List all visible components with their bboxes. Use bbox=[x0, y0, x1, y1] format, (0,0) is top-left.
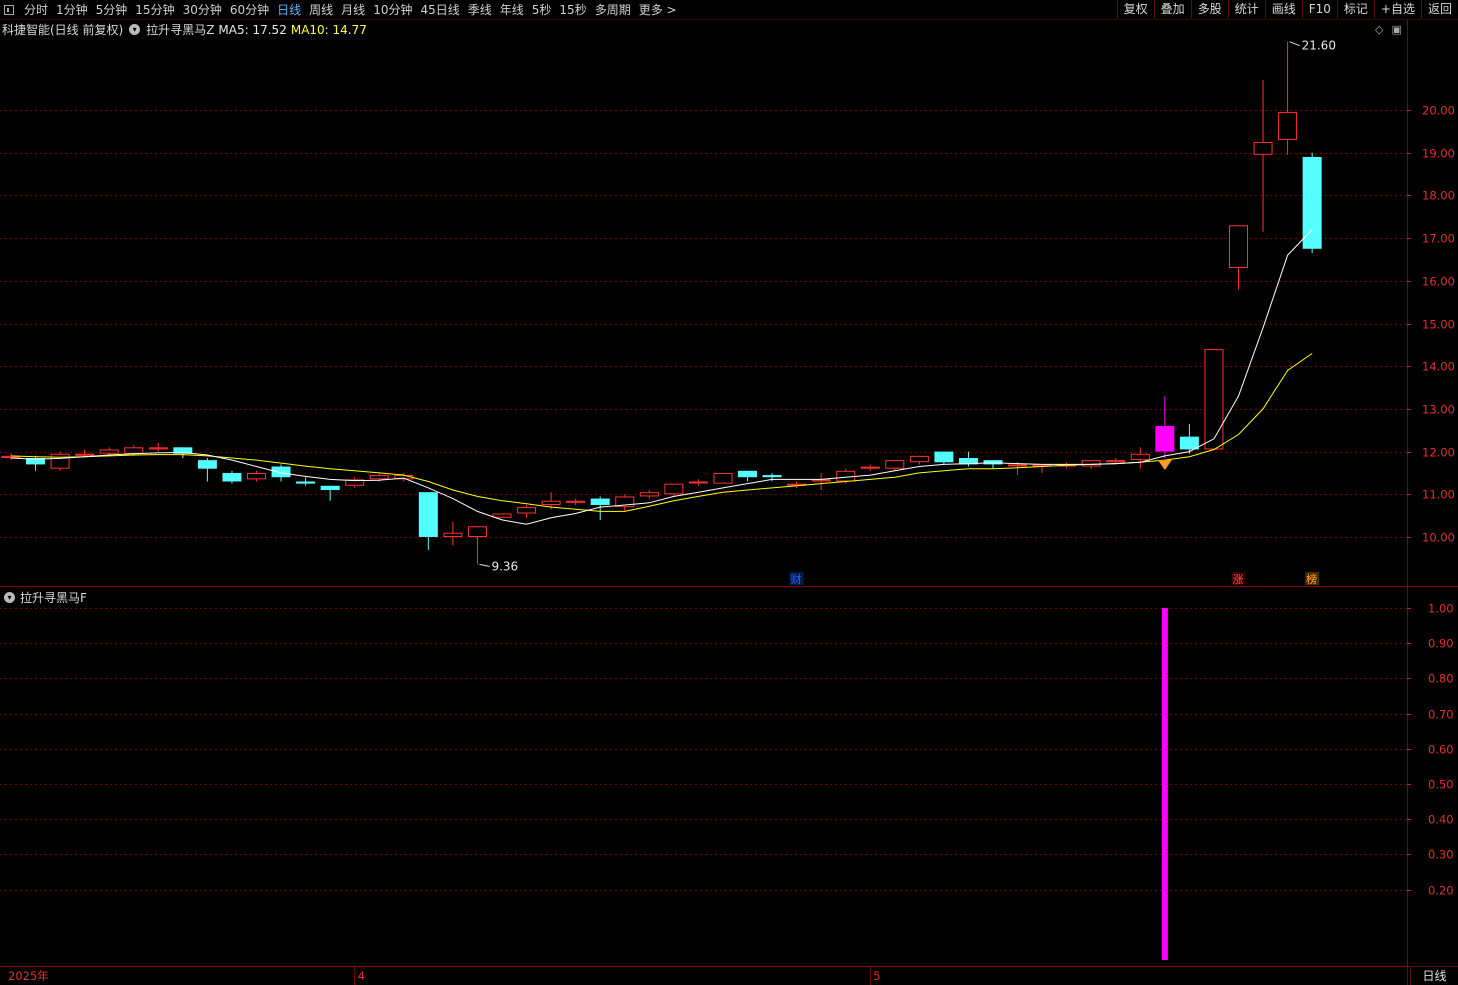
candle-body bbox=[418, 492, 438, 537]
candle-body bbox=[566, 500, 586, 503]
candle-body bbox=[492, 513, 512, 518]
high-pointer bbox=[1289, 41, 1300, 47]
candle-body bbox=[1081, 460, 1101, 467]
candle-body bbox=[664, 483, 684, 495]
y-tick-label: 14.00 bbox=[1422, 360, 1455, 374]
y-tick-label: 19.00 bbox=[1422, 147, 1455, 161]
candle-body bbox=[688, 481, 708, 484]
candle-body bbox=[860, 466, 880, 469]
candle-body bbox=[1008, 464, 1028, 467]
low-price-label: 9.36 bbox=[491, 559, 518, 573]
candle-body bbox=[1155, 425, 1175, 452]
candle-body bbox=[75, 453, 95, 456]
high-price-label: 21.60 bbox=[1302, 39, 1336, 53]
candle-body bbox=[1229, 225, 1248, 268]
y-tick-label: 0.40 bbox=[1428, 813, 1454, 827]
candle-body bbox=[320, 485, 340, 491]
candle-body bbox=[541, 500, 561, 505]
y-tick-label: 0.50 bbox=[1428, 778, 1454, 792]
signal-triangle-icon bbox=[1157, 460, 1172, 470]
y-tick-label: 11.00 bbox=[1422, 488, 1455, 502]
candle-body bbox=[1106, 460, 1126, 463]
ma5-line bbox=[10, 229, 1313, 525]
candle-body bbox=[1130, 453, 1150, 461]
y-tick-label: 0.70 bbox=[1428, 708, 1454, 722]
candle-body bbox=[836, 470, 856, 482]
candle-body bbox=[1253, 142, 1273, 155]
y-tick-label: 10.00 bbox=[1422, 531, 1455, 545]
candle-body bbox=[1179, 436, 1199, 450]
candle-body bbox=[590, 498, 610, 505]
y-tick-label: 18.00 bbox=[1422, 189, 1455, 203]
candle-body bbox=[1302, 156, 1322, 249]
y-tick-label: 17.00 bbox=[1422, 232, 1455, 246]
x-tick-label: 5 bbox=[873, 969, 880, 983]
y-tick-label: 16.00 bbox=[1422, 275, 1455, 289]
candle-body bbox=[247, 472, 266, 480]
y-tick-label: 0.90 bbox=[1428, 637, 1454, 651]
y-tick-label: 12.00 bbox=[1422, 446, 1455, 460]
y-tick-label: 0.30 bbox=[1428, 848, 1454, 862]
candle-body bbox=[148, 447, 168, 450]
candle-body bbox=[811, 479, 831, 482]
y-tick-label: 15.00 bbox=[1422, 318, 1455, 332]
candle-body bbox=[99, 449, 119, 454]
candle-body bbox=[639, 492, 659, 497]
y-tick-label: 1.00 bbox=[1428, 602, 1454, 616]
kline-chart[interactable]: 10.00 11.00 12.00 13.00 14.00 15.00 16.00 17.00… bbox=[0, 0, 1458, 985]
low-pointer bbox=[479, 563, 490, 567]
candle-body bbox=[443, 532, 463, 537]
event-marker: 涨 bbox=[1233, 573, 1244, 586]
candle-body bbox=[50, 453, 70, 469]
candle-body bbox=[713, 472, 733, 484]
candle-body bbox=[934, 451, 954, 463]
candle-body bbox=[296, 481, 316, 484]
candle-body bbox=[738, 470, 757, 478]
candle-body bbox=[124, 447, 144, 454]
y-tick-label: 0.80 bbox=[1428, 672, 1454, 686]
signal-bar bbox=[1161, 608, 1168, 960]
candle-body bbox=[1204, 349, 1224, 450]
y-tick-label: 13.00 bbox=[1422, 403, 1455, 417]
y-tick-label: 0.20 bbox=[1428, 884, 1454, 898]
y-tick-label: 0.60 bbox=[1428, 743, 1454, 757]
x-tick-label: 2025年 bbox=[8, 969, 49, 983]
candle-body bbox=[369, 475, 389, 480]
candle-body bbox=[271, 466, 291, 478]
candle-body bbox=[762, 475, 782, 478]
event-marker: 榜 bbox=[1306, 572, 1317, 586]
ma10-line bbox=[10, 352, 1313, 512]
event-marker: 财 bbox=[791, 572, 802, 586]
candle-body bbox=[467, 526, 487, 538]
candle-body bbox=[197, 460, 217, 469]
period-label[interactable]: 日线 bbox=[1410, 966, 1458, 985]
candle-body bbox=[1278, 112, 1298, 140]
candle-body bbox=[885, 460, 905, 469]
candle-body bbox=[222, 472, 242, 482]
y-tick-label: 20.00 bbox=[1422, 104, 1455, 118]
x-tick-label: 4 bbox=[358, 969, 365, 983]
candle-body bbox=[909, 455, 929, 463]
candle-body bbox=[517, 507, 537, 514]
